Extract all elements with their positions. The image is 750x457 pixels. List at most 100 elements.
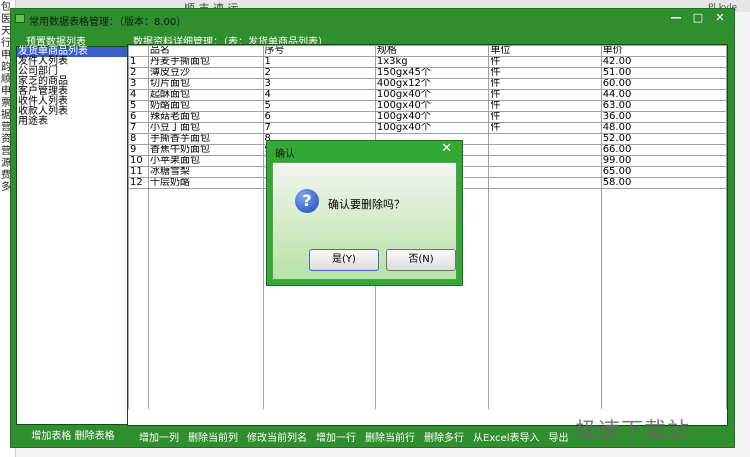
table-cell[interactable]: 6	[262, 111, 376, 123]
table-cell[interactable]: 件	[488, 67, 602, 79]
column-header[interactable]: 单位	[488, 45, 602, 57]
row-number: 11	[128, 166, 149, 178]
empty-cell	[147, 287, 264, 299]
table-cell[interactable]: 薄皮豆沙	[147, 67, 264, 79]
table-cell[interactable]: 100gx40个	[374, 111, 490, 123]
table-cell[interactable]	[488, 133, 602, 145]
empty-row	[128, 287, 727, 299]
empty-row	[128, 353, 727, 365]
table-cell[interactable]: 冰糖雪梨	[147, 166, 264, 178]
empty-cell	[600, 243, 727, 255]
empty-cell	[262, 298, 376, 310]
close-icon[interactable]: ✕	[710, 11, 730, 25]
table-cell[interactable]: 100gx40个	[374, 89, 490, 101]
table-cell[interactable]: 63.00	[600, 100, 727, 112]
table-cell[interactable]: 44.00	[600, 89, 727, 101]
empty-cell	[128, 375, 149, 387]
table-cell[interactable]: 件	[488, 89, 602, 101]
table-cell[interactable]	[488, 144, 602, 156]
table-cell[interactable]: 1x3kg	[374, 56, 490, 68]
yes-button[interactable]: 是(Y)	[309, 249, 379, 271]
delete-row-button[interactable]: 删除当前行	[365, 429, 415, 444]
table-cell[interactable]: 66.00	[600, 144, 727, 156]
table-cell[interactable]	[488, 155, 602, 167]
table-row[interactable]: 5 奶酪面包 5 100gx40个件 63.00	[128, 100, 727, 112]
column-header[interactable]: 规格	[374, 45, 490, 57]
column-header[interactable]: 单价	[600, 45, 727, 57]
table-row[interactable]: 3 切片面包 3 400gx12个件 60.00	[128, 78, 727, 90]
table-row[interactable]: 4 起酥面包 4 100gx40个件 44.00	[128, 89, 727, 101]
table-cell[interactable]: 65.00	[600, 166, 727, 178]
table-cell[interactable]: 400gx12个	[374, 78, 490, 90]
table-cell[interactable]: 丹麦手撕面包	[147, 56, 264, 68]
table-cell[interactable]	[488, 166, 602, 178]
table-row[interactable]: 1 丹麦手撕面包 1 1x3kg 件 42.00	[128, 56, 727, 68]
dialog-title: 确认	[275, 149, 295, 160]
table-cell[interactable]: 52.00	[600, 133, 727, 145]
empty-cell	[262, 309, 376, 321]
table-cell[interactable]: 辣菇老面包	[147, 111, 264, 123]
table-cell[interactable]: 3	[262, 78, 376, 90]
empty-cell	[147, 243, 264, 255]
add-row-button[interactable]: 增加一行	[316, 429, 356, 444]
empty-cell	[600, 353, 727, 365]
close-icon[interactable]: ✕	[441, 141, 452, 156]
export-button[interactable]: 导出	[549, 429, 569, 444]
table-cell[interactable]: 100gx40个	[374, 122, 490, 134]
rename-column-button[interactable]: 修改当前列名	[247, 429, 307, 444]
window-controls: — □ ✕	[666, 11, 730, 25]
table-cell[interactable]: 100gx40个	[374, 100, 490, 112]
empty-cell	[262, 375, 376, 387]
table-cell[interactable]: 7	[262, 122, 376, 134]
table-cell[interactable]: 48.00	[600, 122, 727, 134]
empty-cell	[128, 265, 149, 277]
table-cell[interactable]: 58.00	[600, 177, 727, 189]
table-cell[interactable]: 36.00	[600, 111, 727, 123]
table-cell[interactable]: 件	[488, 78, 602, 90]
table-cell[interactable]: 件	[488, 111, 602, 123]
table-cell[interactable]: 小苹果面包	[147, 155, 264, 167]
import-excel-button[interactable]: 从Excel表导入	[473, 429, 540, 444]
table-cell[interactable]: 手撕香芋面包	[147, 133, 264, 145]
table-cell[interactable]: 1	[262, 56, 376, 68]
minimize-icon[interactable]: —	[666, 11, 686, 25]
table-cell[interactable]: 小豆丁面包	[147, 122, 264, 134]
table-cell[interactable]: 4	[262, 89, 376, 101]
empty-cell	[147, 320, 264, 332]
empty-cell	[374, 353, 490, 365]
empty-cell	[147, 221, 264, 233]
table-cell[interactable]: 150gx45个	[374, 67, 490, 79]
table-cell[interactable]: 2	[262, 67, 376, 79]
table-cell[interactable]: 60.00	[600, 78, 727, 90]
table-cell[interactable]: 香蕉牛奶面包	[147, 144, 264, 156]
list-item[interactable]: 用途表	[17, 117, 129, 127]
table-cell[interactable]: 奶酪面包	[147, 100, 264, 112]
table-cell[interactable]: 起酥面包	[147, 89, 264, 101]
maximize-icon[interactable]: □	[688, 11, 708, 25]
table-row[interactable]: 7 小豆丁面包 7 100gx40个件 48.00	[128, 122, 727, 134]
empty-cell	[488, 210, 602, 222]
table-cell[interactable]: 切片面包	[147, 78, 264, 90]
add-column-button[interactable]: 增加一列	[139, 429, 179, 444]
table-row[interactable]: 2 薄皮豆沙 2 150gx45个件 51.00	[128, 67, 727, 79]
table-cell[interactable]: 51.00	[600, 67, 727, 79]
table-row[interactable]: 6 辣菇老面包 6 100gx40个件 36.00	[128, 111, 727, 123]
column-header[interactable]: 品名	[147, 45, 264, 57]
table-cell[interactable]: 千层奶酪	[147, 177, 264, 189]
add-remove-table-button[interactable]: 增加表格 删除表格	[16, 430, 130, 444]
table-cell[interactable]: 5	[262, 100, 376, 112]
table-cell[interactable]: 99.00	[600, 155, 727, 167]
table-cell[interactable]: 件	[488, 56, 602, 68]
column-header[interactable]: 序号	[262, 45, 376, 57]
empty-cell	[128, 353, 149, 365]
delete-multiple-rows-button[interactable]: 删除多行	[424, 429, 464, 444]
empty-cell	[147, 342, 264, 354]
table-cell[interactable]: 件	[488, 122, 602, 134]
preset-table-list[interactable]: 发货单商品列表 发件人列表 公司部门 家乏的商品 客户管理表 收件人列表 收款人…	[16, 46, 130, 425]
table-cell[interactable]	[488, 177, 602, 189]
delete-column-button[interactable]: 删除当前列	[188, 429, 238, 444]
table-cell[interactable]: 42.00	[600, 56, 727, 68]
no-button[interactable]: 否(N)	[386, 249, 456, 271]
empty-cell	[147, 199, 264, 211]
table-cell[interactable]: 件	[488, 100, 602, 112]
